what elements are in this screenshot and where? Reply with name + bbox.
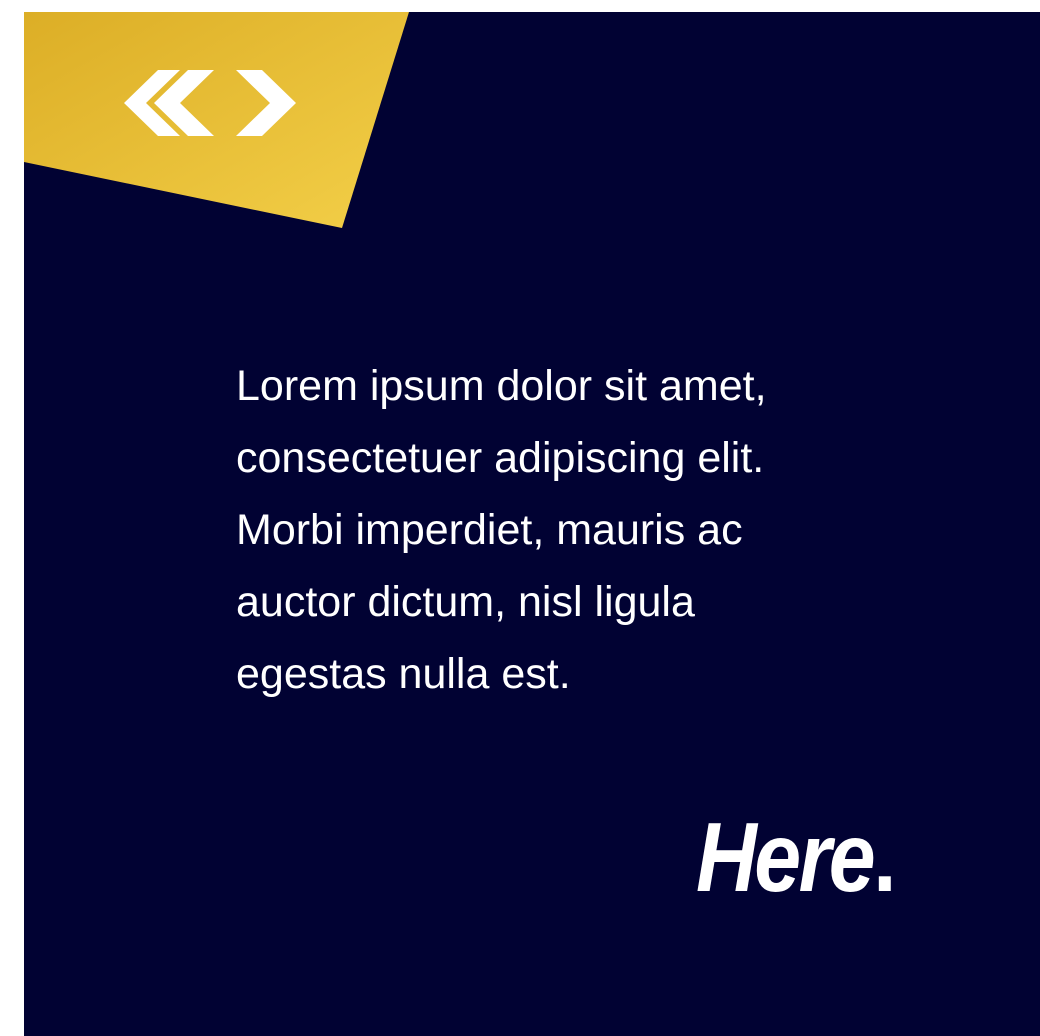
double-chevron-logo-icon xyxy=(124,70,296,136)
body-line: egestas nulla est. xyxy=(236,650,571,698)
body-paragraph: Lorem ipsum dolor sit amet, consectetuer… xyxy=(236,350,916,710)
tagline-word: Here xyxy=(696,802,876,912)
tagline: Here. xyxy=(696,802,897,912)
poster-canvas: Lorem ipsum dolor sit amet, consectetuer… xyxy=(24,12,1040,1036)
body-line: Morbi imperdiet, mauris ac xyxy=(236,506,743,554)
body-line: consectetuer adipiscing elit. xyxy=(236,434,765,482)
body-line: Lorem ipsum dolor sit amet, xyxy=(236,362,767,410)
tagline-period: . xyxy=(873,802,897,912)
body-line: auctor dictum, nisl ligula xyxy=(236,578,695,626)
